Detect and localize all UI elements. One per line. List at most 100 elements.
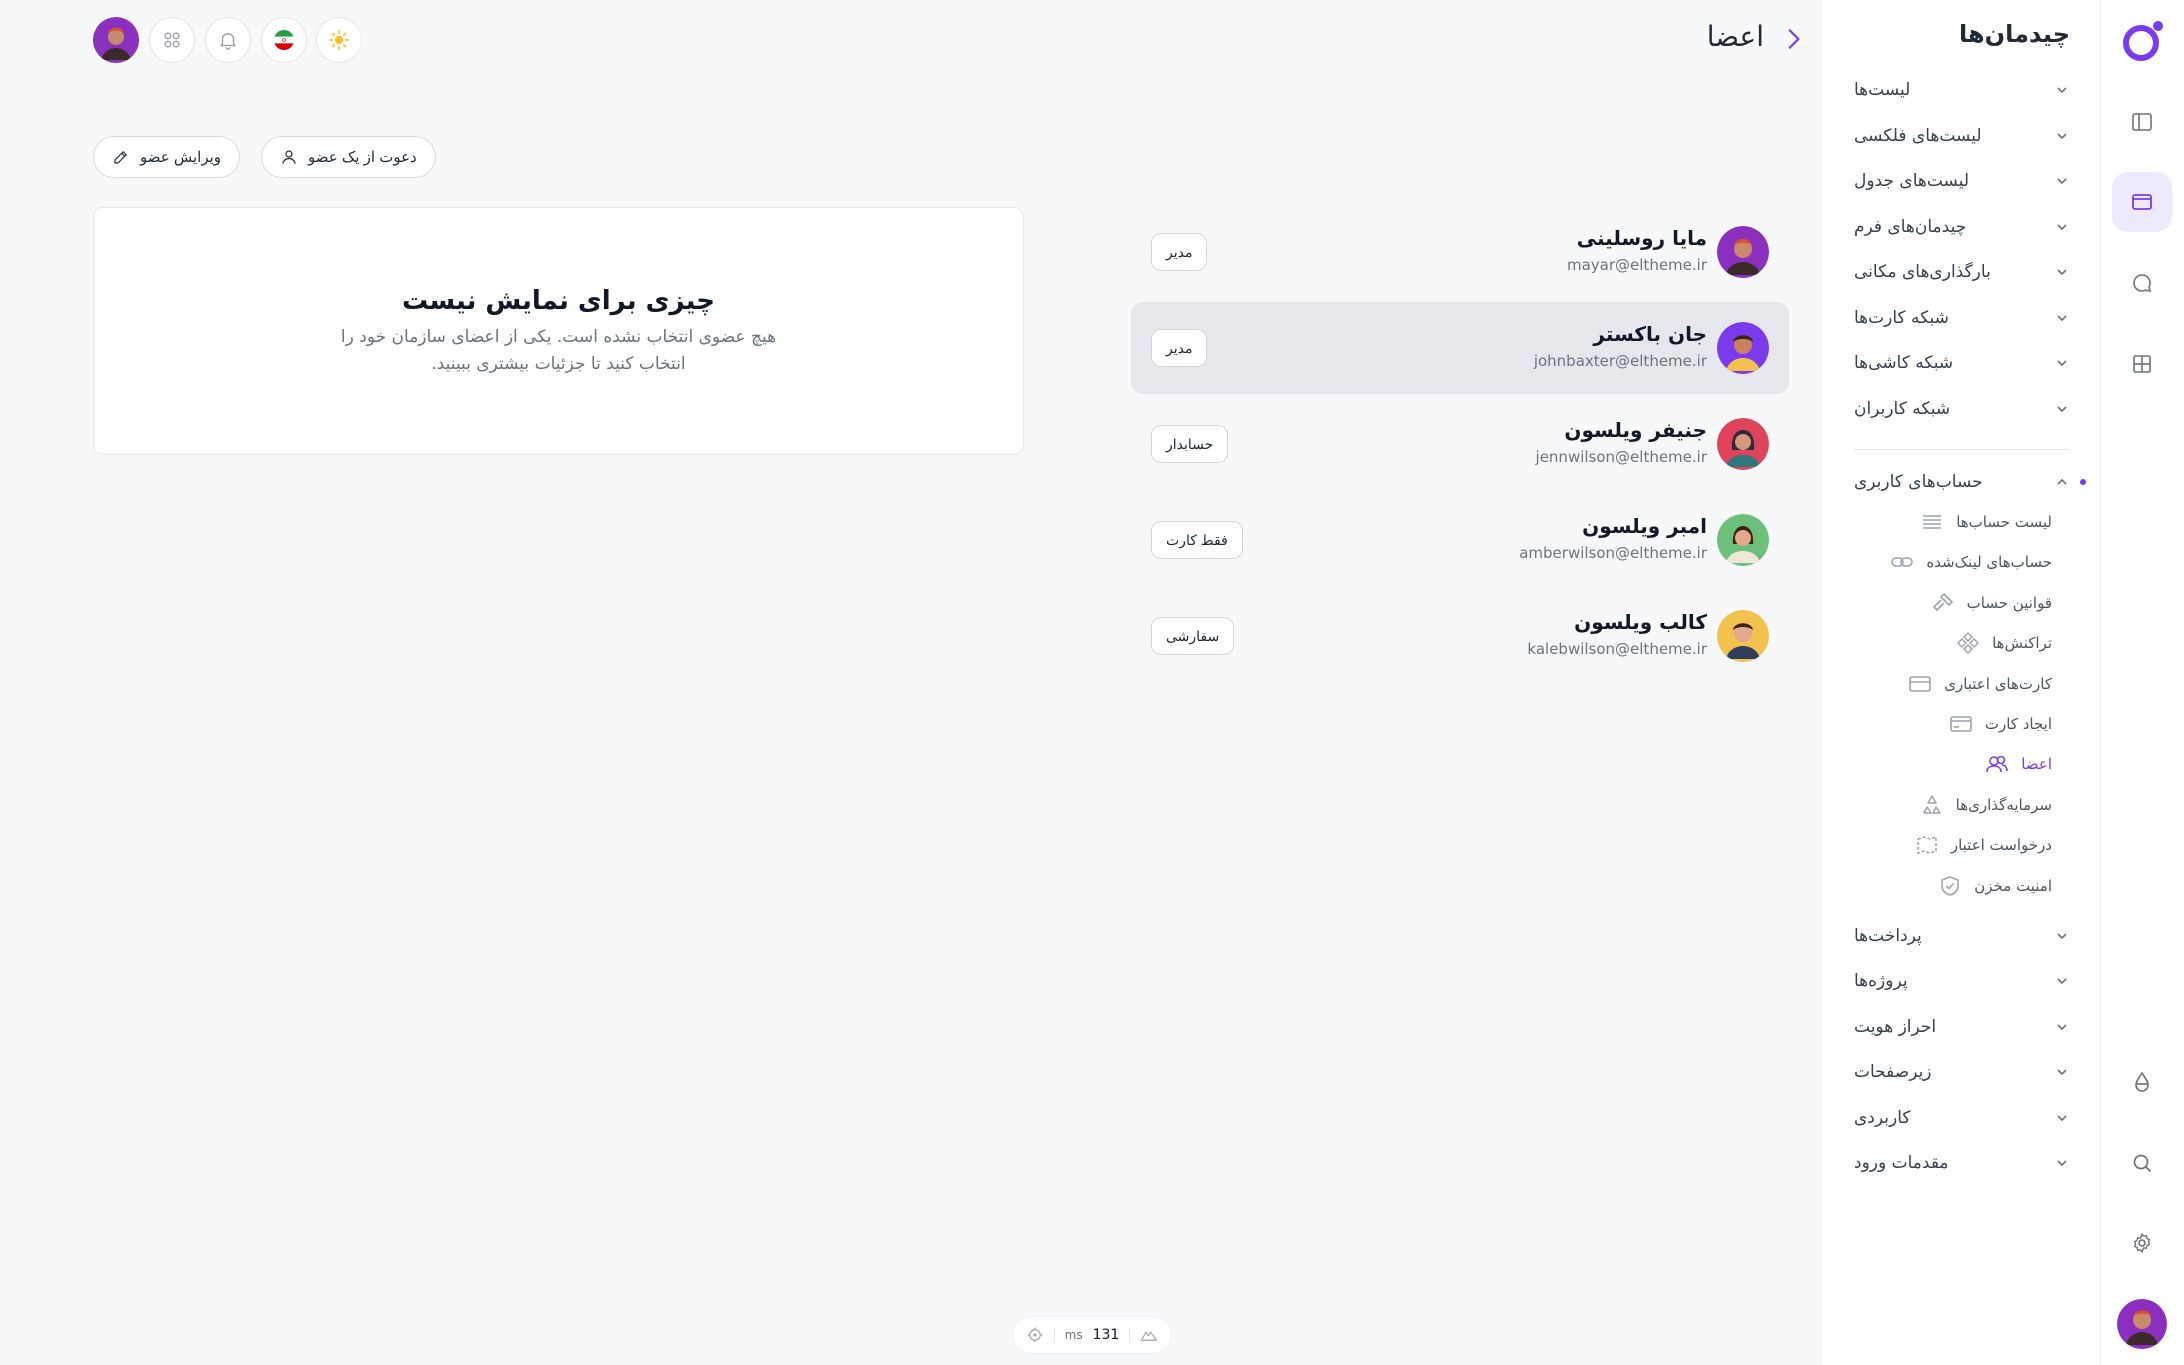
sidebar-group[interactable]: پرداخت‌ها <box>1854 916 2070 956</box>
link-icon <box>1891 557 1914 567</box>
sidebar-divider <box>1854 449 2070 450</box>
member-role-badge[interactable]: مدیر <box>1151 329 1208 367</box>
app-logo-icon[interactable] <box>2120 18 2166 64</box>
notifications-button[interactable] <box>205 17 251 63</box>
search-icon[interactable] <box>2112 1133 2172 1193</box>
perf-value: 131 <box>1092 1327 1120 1343</box>
chevron-down-icon <box>2057 406 2067 413</box>
sidebar-item-credit-cards[interactable]: کارت‌های اعتباری <box>1908 669 2052 699</box>
language-button[interactable] <box>261 17 307 63</box>
sidebar-group-label: پرداخت‌ها <box>1854 926 1922 946</box>
apps-grid-icon <box>164 32 180 48</box>
sidebar-item-label: قوانین حساب <box>1966 594 2052 612</box>
sidebar-group-accounts[interactable]: حساب‌های کاربری <box>1854 462 2070 502</box>
sidebar-group-label: مقدمات ورود <box>1854 1153 1949 1173</box>
sun-icon <box>329 30 349 50</box>
sidebar-group[interactable]: زیرصفحات <box>1854 1052 2070 1092</box>
chevron-down-icon <box>2057 133 2067 140</box>
member-row[interactable]: جان باکستر johnbaxter@eltheme.ir مدیر <box>1131 302 1789 394</box>
layout-icon[interactable] <box>2112 172 2172 232</box>
chevron-down-icon <box>2057 1160 2067 1167</box>
edit-member-button[interactable]: ویرایش عضو <box>93 136 241 178</box>
sidebar-item-vault-security[interactable]: امنیت مخزن <box>1938 871 2052 901</box>
sidebar-item-account-rules[interactable]: قوانین حساب <box>1931 588 2052 618</box>
users-icon <box>1986 755 2009 773</box>
member-row[interactable]: امبر ویلسون amberwilson@eltheme.ir فقط ک… <box>1131 494 1789 586</box>
member-avatar <box>1717 226 1769 278</box>
member-detail-panel: چیزی برای نمایش نیست هیچ عضوی انتخاب نشد… <box>93 207 1024 455</box>
sidebar-group[interactable]: بارگذاری‌های مکانی <box>1854 252 2070 292</box>
back-button[interactable] <box>1778 24 1808 54</box>
sidebar-item-label: ایجاد کارت <box>1984 715 2052 733</box>
sidebar-group[interactable]: شبکه کاربران <box>1854 389 2070 429</box>
apps-button[interactable] <box>149 17 195 63</box>
sidebar-group[interactable]: شبکه کاشی‌ها <box>1854 343 2070 383</box>
member-avatar <box>1717 418 1769 470</box>
gear-icon[interactable] <box>2112 1213 2172 1273</box>
member-row[interactable]: کالب ویلسون kalebwilson@eltheme.ir سفارش… <box>1131 590 1789 682</box>
sidebar-group[interactable]: احراز هویت <box>1854 1007 2070 1047</box>
recycle-icon <box>1922 795 1941 814</box>
sidebar-item-credit-request[interactable]: درخواست اعتبار <box>1915 830 2052 860</box>
sidebar-item-accounts-list[interactable]: لیست حساب‌ها <box>1920 507 2052 537</box>
sidebar-item-investments[interactable]: سرمایه‌گذاری‌ها <box>1920 790 2052 820</box>
member-avatar <box>1717 610 1769 662</box>
sidebar-item-label: سرمایه‌گذاری‌ها <box>1955 796 2052 814</box>
divider <box>1053 1327 1055 1343</box>
performance-widget: ms 131 <box>1012 1316 1172 1354</box>
sidebar-item-linked-accounts[interactable]: حساب‌های لینک‌شده <box>1890 547 2052 577</box>
chevron-down-icon <box>2057 315 2067 322</box>
sidebar-item-members[interactable]: اعضا <box>1985 749 2052 779</box>
chevron-right-icon <box>1788 29 1800 49</box>
sidebar-group[interactable]: لیست‌های جدول <box>1854 161 2070 201</box>
sidebar-item-transactions[interactable]: تراکنش‌ها <box>1956 628 2052 658</box>
user-avatar[interactable] <box>93 17 139 63</box>
sidebar-group[interactable]: پروژه‌ها <box>1854 961 2070 1001</box>
sidebar-group[interactable]: چیدمان‌های فرم <box>1854 207 2070 247</box>
drop-icon[interactable] <box>2112 1052 2172 1112</box>
sidebar-item-label: درخواست اعتبار <box>1950 836 2052 854</box>
member-role-badge[interactable]: سفارشی <box>1151 617 1235 655</box>
iran-flag-icon <box>273 29 295 51</box>
sidebar-group-label: کاربردی <box>1854 1108 1911 1128</box>
sidebar-group[interactable]: مقدمات ورود <box>1854 1143 2070 1183</box>
divider <box>1129 1327 1131 1343</box>
sidebar-group[interactable]: لیست‌ها <box>1854 70 2070 110</box>
sidebar-group[interactable]: لیست‌های فلکسی <box>1854 116 2070 156</box>
chevron-down-icon <box>2057 178 2067 185</box>
sidebar-toggle-icon[interactable] <box>2112 92 2172 152</box>
member-role-badge[interactable]: حسابدار <box>1151 425 1229 463</box>
page-title: اعضا <box>1706 20 1764 53</box>
sidebar-group[interactable]: شبکه کارت‌ها <box>1854 298 2070 338</box>
user-avatar[interactable] <box>2117 1299 2167 1349</box>
chat-icon[interactable] <box>2112 253 2172 313</box>
sidebar-group-label: بارگذاری‌های مکانی <box>1854 262 1991 282</box>
transactions-icon <box>1957 632 1980 654</box>
member-email: amberwilson@eltheme.ir <box>1519 544 1707 562</box>
member-row[interactable]: جنیفر ویلسون jennwilson@eltheme.ir حسابد… <box>1131 398 1789 490</box>
member-role-badge[interactable]: فقط کارت <box>1151 521 1243 559</box>
user-icon <box>282 150 296 164</box>
sidebar-group-label: لیست‌های فلکسی <box>1854 126 1982 146</box>
nuxt-logo-icon[interactable] <box>1140 1326 1158 1344</box>
edit-member-label: ویرایش عضو <box>140 149 222 166</box>
member-email: johnbaxter@eltheme.ir <box>1533 352 1707 370</box>
chevron-down-icon <box>2057 1069 2067 1076</box>
sidebar-group[interactable]: کاربردی <box>1854 1098 2070 1138</box>
sidebar-group-label: شبکه کاربران <box>1854 399 1951 419</box>
perf-unit: ms <box>1064 1328 1083 1342</box>
member-role-badge[interactable]: مدیر <box>1151 233 1208 271</box>
member-email: jennwilson@eltheme.ir <box>1535 448 1707 466</box>
shield-check-icon <box>1941 876 1960 896</box>
list-icon <box>1923 515 1942 529</box>
theme-toggle-button[interactable] <box>316 17 362 63</box>
sidebar-group-label: شبکه کارت‌ها <box>1854 308 1949 328</box>
sidebar-item-create-card[interactable]: ایجاد کارت <box>1949 709 2052 739</box>
crosshair-icon[interactable] <box>1026 1326 1044 1344</box>
member-name: امبر ویلسون <box>1582 514 1707 538</box>
grid-icon[interactable] <box>2112 334 2172 394</box>
credit-card-icon <box>1909 676 1932 692</box>
chevron-down-icon <box>2057 224 2067 231</box>
member-row[interactable]: مایا روسلینی mayar@eltheme.ir مدیر <box>1131 206 1789 298</box>
invite-member-button[interactable]: دعوت از یک عضو <box>261 136 436 178</box>
